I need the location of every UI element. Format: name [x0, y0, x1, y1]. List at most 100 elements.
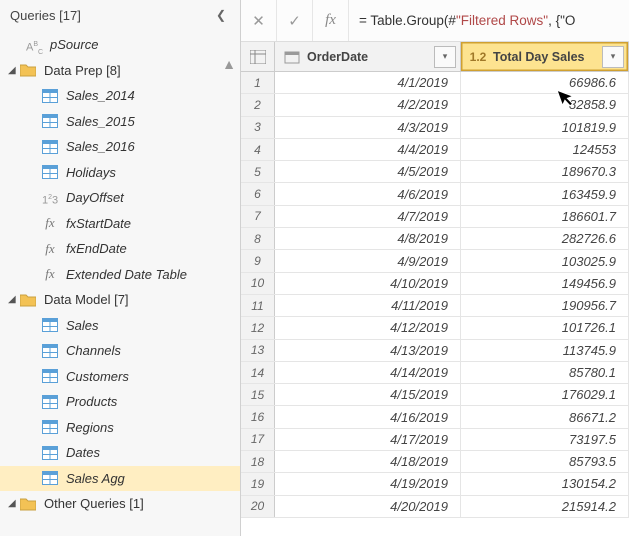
cell-totaldaysales[interactable]: 66986.6	[461, 72, 629, 93]
table-row[interactable]: 154/15/2019176029.1	[241, 384, 629, 406]
tree-item[interactable]: 123DayOffset	[0, 185, 240, 211]
cell-totaldaysales[interactable]: 130154.2	[461, 473, 629, 494]
cell-orderdate[interactable]: 4/11/2019	[275, 295, 461, 316]
cell-totaldaysales[interactable]: 186601.7	[461, 206, 629, 227]
cell-totaldaysales[interactable]: 82858.9	[461, 94, 629, 115]
cell-totaldaysales[interactable]: 101726.1	[461, 317, 629, 338]
tree-item[interactable]: fxfxEndDate	[0, 236, 240, 262]
table-row[interactable]: 74/7/2019186601.7	[241, 206, 629, 228]
cell-orderdate[interactable]: 4/6/2019	[275, 183, 461, 204]
cell-orderdate[interactable]: 4/9/2019	[275, 250, 461, 271]
table-row[interactable]: 24/2/201982858.9	[241, 94, 629, 116]
tree-folder[interactable]: ◢Other Queries [1]	[0, 491, 240, 517]
row-index[interactable]: 14	[241, 362, 275, 383]
decimal-type-icon[interactable]: 1.2	[467, 46, 489, 68]
cell-orderdate[interactable]: 4/20/2019	[275, 496, 461, 517]
cell-orderdate[interactable]: 4/5/2019	[275, 161, 461, 182]
tree-item[interactable]: fxfxStartDate	[0, 211, 240, 237]
row-index[interactable]: 9	[241, 250, 275, 271]
cell-totaldaysales[interactable]: 85793.5	[461, 451, 629, 472]
row-index[interactable]: 16	[241, 406, 275, 427]
tree-item[interactable]: Dates	[0, 440, 240, 466]
table-row[interactable]: 64/6/2019163459.9	[241, 183, 629, 205]
formula-text[interactable]: = Table.Group(#"Filtered Rows", {"O	[349, 13, 629, 29]
tree-item[interactable]: Products	[0, 389, 240, 415]
row-index[interactable]: 17	[241, 429, 275, 450]
cell-totaldaysales[interactable]: 113745.9	[461, 340, 629, 361]
row-index[interactable]: 5	[241, 161, 275, 182]
cell-totaldaysales[interactable]: 86671.2	[461, 406, 629, 427]
tree-item[interactable]: Sales	[0, 313, 240, 339]
cell-orderdate[interactable]: 4/3/2019	[275, 117, 461, 138]
cell-totaldaysales[interactable]: 124553	[461, 139, 629, 160]
row-index[interactable]: 19	[241, 473, 275, 494]
cell-orderdate[interactable]: 4/13/2019	[275, 340, 461, 361]
commit-formula-button[interactable]: ✓	[277, 0, 313, 41]
tree-item[interactable]: Customers	[0, 364, 240, 390]
tree-item[interactable]: fxExtended Date Table	[0, 262, 240, 288]
column-filter-dropdown[interactable]: ▾	[434, 46, 456, 68]
row-index[interactable]: 10	[241, 273, 275, 294]
cell-totaldaysales[interactable]: 149456.9	[461, 273, 629, 294]
table-row[interactable]: 54/5/2019189670.3	[241, 161, 629, 183]
row-index[interactable]: 2	[241, 94, 275, 115]
table-row[interactable]: 184/18/201985793.5	[241, 451, 629, 473]
table-row[interactable]: 104/10/2019149456.9	[241, 273, 629, 295]
cell-orderdate[interactable]: 4/2/2019	[275, 94, 461, 115]
tree-item[interactable]: ABCpSource	[0, 32, 240, 58]
table-row[interactable]: 144/14/201985780.1	[241, 362, 629, 384]
row-index[interactable]: 7	[241, 206, 275, 227]
cancel-formula-button[interactable]: ✕	[241, 0, 277, 41]
cell-orderdate[interactable]: 4/17/2019	[275, 429, 461, 450]
cell-orderdate[interactable]: 4/1/2019	[275, 72, 461, 93]
tree-item[interactable]: Sales_2016	[0, 134, 240, 160]
cell-orderdate[interactable]: 4/19/2019	[275, 473, 461, 494]
cell-orderdate[interactable]: 4/16/2019	[275, 406, 461, 427]
cell-orderdate[interactable]: 4/8/2019	[275, 228, 461, 249]
cell-totaldaysales[interactable]: 189670.3	[461, 161, 629, 182]
row-index-header[interactable]	[241, 42, 275, 71]
tree-item[interactable]: Sales_2014	[0, 83, 240, 109]
tree-item[interactable]: Holidays	[0, 160, 240, 186]
table-row[interactable]: 84/8/2019282726.6	[241, 228, 629, 250]
table-row[interactable]: 114/11/2019190956.7	[241, 295, 629, 317]
table-row[interactable]: 44/4/2019124553	[241, 139, 629, 161]
tree-item[interactable]: Channels	[0, 338, 240, 364]
row-index[interactable]: 12	[241, 317, 275, 338]
cell-totaldaysales[interactable]: 73197.5	[461, 429, 629, 450]
row-index[interactable]: 3	[241, 117, 275, 138]
tree-folder[interactable]: ◢Data Prep [8]	[0, 58, 240, 84]
cell-orderdate[interactable]: 4/15/2019	[275, 384, 461, 405]
row-index[interactable]: 6	[241, 183, 275, 204]
cell-totaldaysales[interactable]: 101819.9	[461, 117, 629, 138]
row-index[interactable]: 1	[241, 72, 275, 93]
cell-totaldaysales[interactable]: 215914.2	[461, 496, 629, 517]
column-header-orderdate[interactable]: OrderDate ▾	[275, 42, 461, 71]
row-index[interactable]: 20	[241, 496, 275, 517]
table-row[interactable]: 14/1/201966986.6	[241, 72, 629, 94]
cell-orderdate[interactable]: 4/12/2019	[275, 317, 461, 338]
row-index[interactable]: 8	[241, 228, 275, 249]
cell-orderdate[interactable]: 4/10/2019	[275, 273, 461, 294]
collapse-sidebar-icon[interactable]: ❮	[212, 6, 230, 24]
cell-totaldaysales[interactable]: 282726.6	[461, 228, 629, 249]
cell-totaldaysales[interactable]: 103025.9	[461, 250, 629, 271]
cell-orderdate[interactable]: 4/14/2019	[275, 362, 461, 383]
row-index[interactable]: 4	[241, 139, 275, 160]
table-row[interactable]: 34/3/2019101819.9	[241, 117, 629, 139]
table-row[interactable]: 174/17/201973197.5	[241, 429, 629, 451]
cell-totaldaysales[interactable]: 190956.7	[461, 295, 629, 316]
cell-orderdate[interactable]: 4/7/2019	[275, 206, 461, 227]
column-header-totaldaysales[interactable]: 1.2 Total Day Sales ▾	[461, 42, 629, 71]
fx-icon[interactable]: fx	[313, 0, 349, 41]
cell-totaldaysales[interactable]: 176029.1	[461, 384, 629, 405]
row-index[interactable]: 11	[241, 295, 275, 316]
table-row[interactable]: 94/9/2019103025.9	[241, 250, 629, 272]
row-index[interactable]: 18	[241, 451, 275, 472]
column-filter-dropdown[interactable]: ▾	[602, 46, 624, 68]
row-index[interactable]: 15	[241, 384, 275, 405]
cell-orderdate[interactable]: 4/4/2019	[275, 139, 461, 160]
table-row[interactable]: 204/20/2019215914.2	[241, 496, 629, 518]
cell-orderdate[interactable]: 4/18/2019	[275, 451, 461, 472]
tree-item[interactable]: Sales_2015	[0, 109, 240, 135]
